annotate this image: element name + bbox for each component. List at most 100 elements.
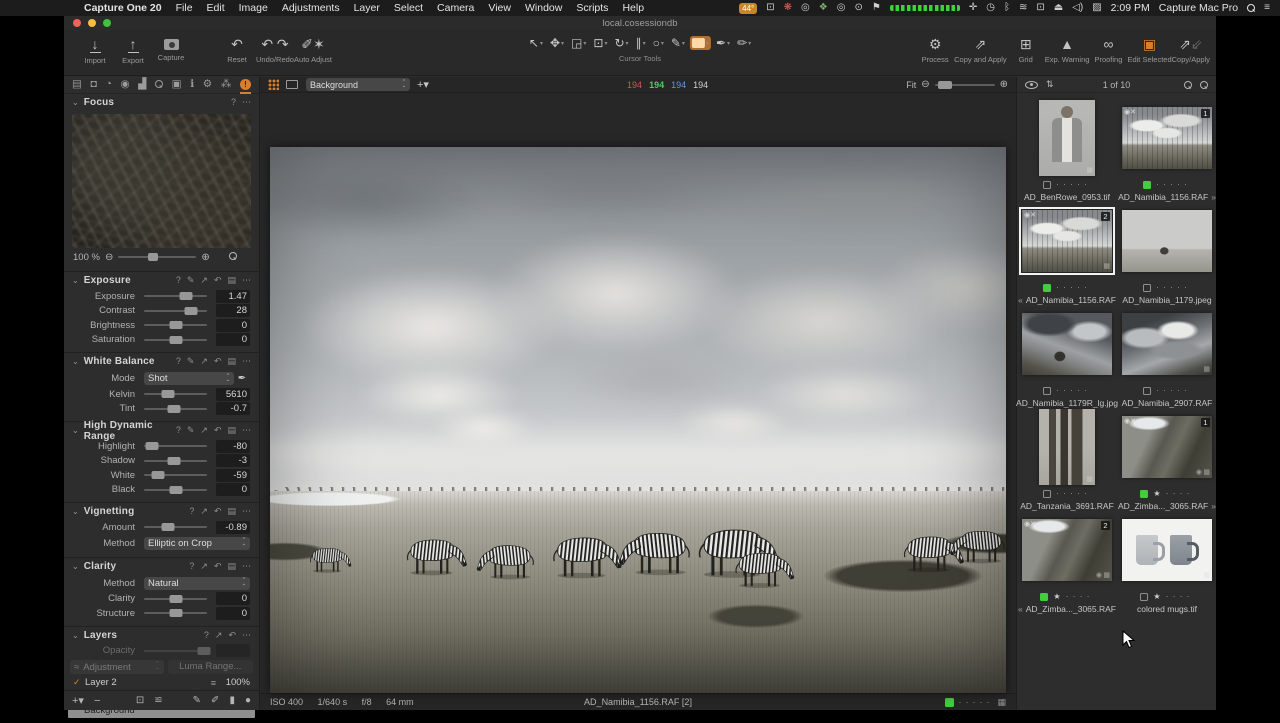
slider-value[interactable]: -80 (216, 439, 250, 453)
sort-icon[interactable]: ⇅ (1046, 79, 1054, 90)
hdr-panel-header[interactable]: ⌄ High Dynamic Range ? ✎ ↗ ↶ ▤ ⋯ (64, 420, 259, 442)
spotlight-icon[interactable] (1247, 4, 1256, 12)
menu-select[interactable]: Select (394, 2, 423, 14)
rating-dots[interactable]: ····· (1056, 386, 1091, 395)
reset-icon[interactable]: ↶ (228, 630, 236, 641)
slider-handle[interactable] (179, 292, 193, 301)
menu-scripts[interactable]: Scripts (576, 2, 608, 14)
menu-image[interactable]: Image (239, 2, 268, 14)
rating-dots[interactable]: ····· (958, 697, 993, 707)
at-menulet-icon[interactable]: ◎ (801, 0, 810, 16)
zoom-in-icon[interactable]: ⊕ (1000, 79, 1008, 90)
close-window-button[interactable] (73, 19, 81, 27)
menu-camera[interactable]: Camera (437, 2, 474, 14)
menu-adjustments[interactable]: Adjustments (282, 2, 340, 14)
thumbnail-cell[interactable]: ····· AD_Namibia_1179.jpeg (1119, 202, 1215, 305)
spot-removal-tool[interactable]: ○ ▾ (651, 34, 666, 52)
thumbnail-cell[interactable]: ▦ ★ ···· colored mugs.tif (1119, 511, 1215, 614)
cpu-meter-icon[interactable] (889, 5, 960, 11)
timemachine-menulet-icon[interactable]: ◷ (986, 0, 995, 16)
slider-track[interactable] (144, 404, 207, 413)
reset-icon[interactable]: ↶ (214, 356, 222, 367)
slider-track[interactable] (144, 523, 207, 532)
slider-value[interactable]: -3 (216, 454, 250, 468)
thumbnail-grid-icon[interactable]: ▦ (997, 697, 1006, 708)
slider-track[interactable] (144, 485, 207, 494)
proofing-button[interactable]: ∞ Proofing (1089, 36, 1127, 64)
thumbnail-name[interactable]: AD_BenRowe_0953.tif (1024, 192, 1110, 202)
slider-track[interactable] (144, 335, 207, 344)
thumbnail-name[interactable]: AD_Namibia_1156.RAF (1118, 192, 1208, 202)
slider-handle[interactable] (161, 523, 175, 532)
browser-menulet-icon[interactable]: ❋ (784, 0, 792, 16)
fill-mask-icon[interactable]: ▮ (229, 695, 235, 706)
color-tag-green[interactable] (1143, 180, 1151, 189)
remove-layer-button[interactable]: − (94, 695, 100, 707)
thumbnail-name[interactable]: AD_Namibia_1156.RAF (1026, 295, 1116, 305)
mask-visibility-icon[interactable]: ⊡ (136, 695, 144, 706)
copy-to-icon[interactable]: ↗ (200, 425, 208, 436)
airplay-icon[interactable]: ⊡ (1036, 0, 1044, 16)
reset-icon[interactable]: ↶ (214, 561, 222, 572)
more-icon[interactable]: ⋯ (242, 506, 251, 517)
alert-menulet-icon[interactable]: ⊙ (854, 0, 862, 16)
slider-track[interactable] (144, 456, 207, 465)
menu-layer[interactable]: Layer (354, 2, 380, 14)
pick-focus-point-icon[interactable] (228, 251, 237, 263)
thumbnail-image[interactable]: ▦ (1039, 408, 1095, 485)
focus-preview[interactable] (72, 114, 251, 248)
expand-variants-icon[interactable]: » (1211, 192, 1216, 202)
tab-capture-icon[interactable]: ◘ (91, 77, 97, 94)
slider-handle[interactable] (169, 321, 182, 330)
tab-color-icon[interactable]: ◉ (120, 77, 129, 94)
tab-details-icon[interactable] (154, 77, 163, 94)
clarity-method-select[interactable]: Natural ⌃ ⌄ (144, 576, 250, 590)
layer-row-2[interactable]: ✓ Layer 2 ≡ 100% (64, 676, 259, 690)
tab-exposure-icon[interactable]: ▟ (138, 77, 146, 94)
thumbnail-image[interactable]: ▦ (1039, 99, 1095, 176)
menu-view[interactable]: View (488, 2, 511, 14)
slider-value[interactable]: -0.7 (216, 402, 250, 416)
tab-lens-icon[interactable]: ◔ (106, 77, 112, 94)
thumbnail-image[interactable]: ◉✕ 1 (1122, 106, 1212, 169)
apply-adjustments-tool[interactable]: ✏ ▾ (735, 34, 753, 52)
pick-white-balance-tool[interactable]: ✒ ▾ (714, 34, 732, 52)
thumbnail-cell[interactable]: ▦ ····· AD_BenRowe_0953.tif (1019, 99, 1115, 202)
slider-value[interactable]: 0 (216, 483, 250, 497)
thumbnail-name[interactable]: AD_Zimba..._3065.RAF (1026, 604, 1116, 614)
rating-dots[interactable]: ····· (1056, 283, 1091, 292)
reset-icon[interactable]: ↶ (214, 425, 222, 436)
help-icon[interactable]: ? (204, 630, 209, 641)
thumbnail-name[interactable]: AD_Tanzania_3691.RAF (1020, 501, 1114, 511)
rating-dots[interactable]: ···· (1066, 592, 1094, 601)
collapse-chevron-icon[interactable]: ⌄ (72, 562, 79, 571)
extension-menulet-icon[interactable]: ❖ (819, 0, 828, 16)
preset-icon[interactable]: ▤ (227, 356, 236, 367)
thumbnail-image[interactable]: ▦ (1122, 518, 1212, 581)
exposure-warning-button[interactable]: ▲ Exp. Warning (1045, 36, 1090, 64)
focus-zoom-handle[interactable] (148, 253, 159, 261)
process-button[interactable]: ⚙ Process (916, 36, 954, 64)
thumbnail-cell[interactable]: ◉✕ 1 ····· AD_Namibia_1156.RAF» (1118, 99, 1216, 202)
fit-select[interactable]: Fit (906, 80, 916, 90)
star-rating[interactable]: ★ (1153, 489, 1160, 498)
multi-view-icon[interactable] (268, 79, 279, 90)
more-icon[interactable]: ⋯ (242, 425, 251, 436)
minimize-window-button[interactable] (88, 19, 96, 27)
help-icon[interactable]: ? (176, 425, 181, 436)
preset-icon[interactable]: ▤ (227, 275, 236, 286)
more-icon[interactable]: ⋯ (242, 561, 251, 572)
circle-menulet-icon[interactable]: ◎ (837, 0, 846, 16)
brush-icon[interactable]: ✎ (187, 425, 195, 436)
export-button[interactable]: ↑ Export (114, 36, 152, 65)
thumbnail-image[interactable] (1022, 312, 1112, 375)
thumbnail-cell-selected[interactable]: ◉✕ 2 ▦ ····· «AD_Namibia_1156.RAF (1018, 202, 1116, 305)
volume-icon[interactable]: ◁) (1072, 0, 1083, 16)
zoom-out-icon[interactable]: ⊖ (921, 79, 929, 90)
focus-zoom-slider[interactable] (118, 253, 197, 261)
annotation-tool-selected[interactable]: ▾ (689, 36, 711, 50)
tab-library-icon[interactable]: ▤ (72, 77, 82, 94)
auto-adjust-button[interactable]: ✐✶ Auto Adjust (294, 36, 332, 64)
thumbnail-name[interactable]: AD_Namibia_1179.jpeg (1122, 295, 1211, 305)
gradient-mask-icon[interactable]: ● (245, 695, 251, 706)
